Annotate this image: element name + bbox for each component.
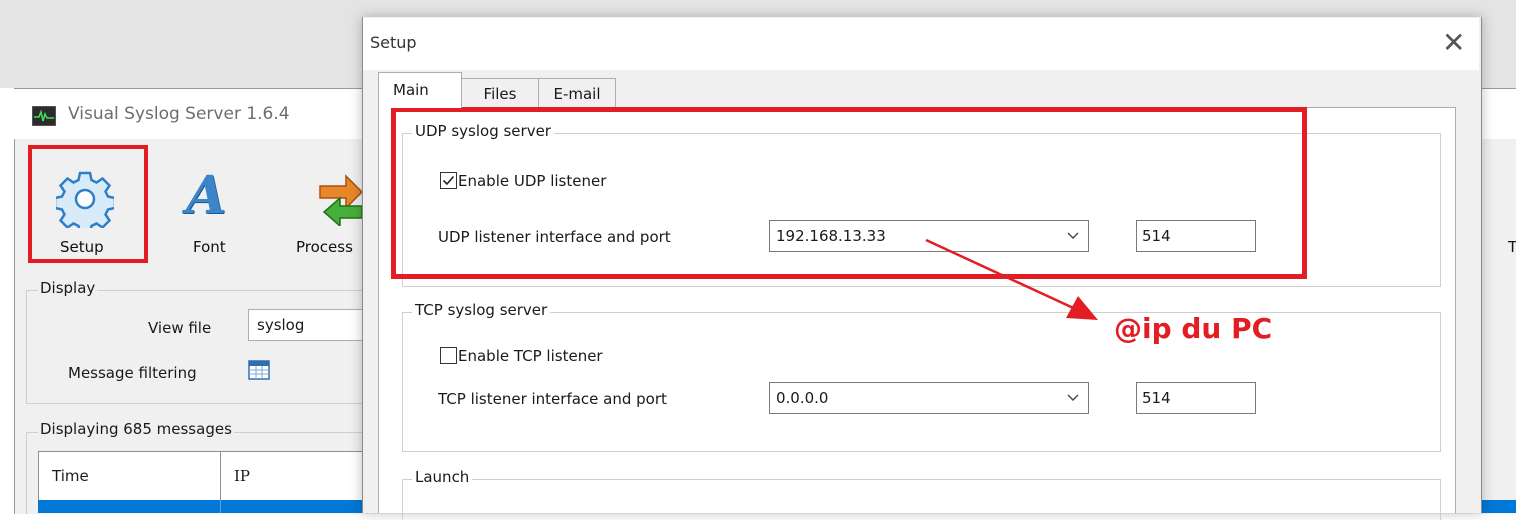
filter-grid-icon[interactable] xyxy=(248,360,270,380)
enable-tcp-label[interactable]: Enable TCP listener xyxy=(458,347,603,365)
messages-count-legend: Displaying 685 messages xyxy=(38,420,234,438)
view-file-select[interactable]: syslog xyxy=(248,309,366,341)
font-button-label[interactable]: Font xyxy=(193,238,226,256)
column-separator[interactable] xyxy=(220,451,221,501)
tab-main[interactable]: Main xyxy=(378,72,462,108)
tab-files[interactable]: Files xyxy=(461,78,539,108)
column-header-ip[interactable]: IP xyxy=(234,467,250,485)
view-file-label: View file xyxy=(148,319,212,337)
tab-email[interactable]: E-mail xyxy=(538,78,616,108)
setup-button[interactable] xyxy=(28,145,148,263)
launch-group xyxy=(402,479,1441,520)
message-filtering-label: Message filtering xyxy=(68,364,197,382)
app-icon xyxy=(32,106,56,126)
setup-dialog-titlebar[interactable] xyxy=(363,18,1479,70)
tcp-server-legend: TCP syslog server xyxy=(412,301,551,319)
tcp-interface-label: TCP listener interface and port xyxy=(438,390,667,408)
setup-dialog-title: Setup xyxy=(370,33,417,52)
process-icon[interactable] xyxy=(318,170,364,230)
display-group-legend: Display xyxy=(38,279,98,297)
selected-table-row-edge[interactable] xyxy=(1476,500,1516,513)
close-icon[interactable]: ✕ xyxy=(1442,28,1465,58)
selected-table-row[interactable] xyxy=(38,500,364,513)
enable-tcp-checkbox[interactable] xyxy=(440,347,457,364)
tcp-port-input[interactable]: 514 xyxy=(1136,382,1256,414)
display-group xyxy=(26,290,368,404)
tcp-interface-select[interactable]: 0.0.0.0 xyxy=(769,382,1089,414)
column-header-time[interactable]: Time xyxy=(52,467,89,485)
udp-highlight-box xyxy=(391,107,1307,279)
row-column-separator xyxy=(220,500,221,513)
main-window-title: Visual Syslog Server 1.6.4 xyxy=(68,104,290,124)
font-icon[interactable]: A xyxy=(186,168,226,224)
chevron-down-icon[interactable] xyxy=(1066,389,1080,409)
process-button-label[interactable]: Process xyxy=(296,238,353,256)
toolbar-truncated-label: T xyxy=(1508,238,1516,256)
launch-legend: Launch xyxy=(412,468,473,486)
tcp-interface-value: 0.0.0.0 xyxy=(776,389,829,407)
annotation-label: @ip du PC xyxy=(1114,312,1273,345)
